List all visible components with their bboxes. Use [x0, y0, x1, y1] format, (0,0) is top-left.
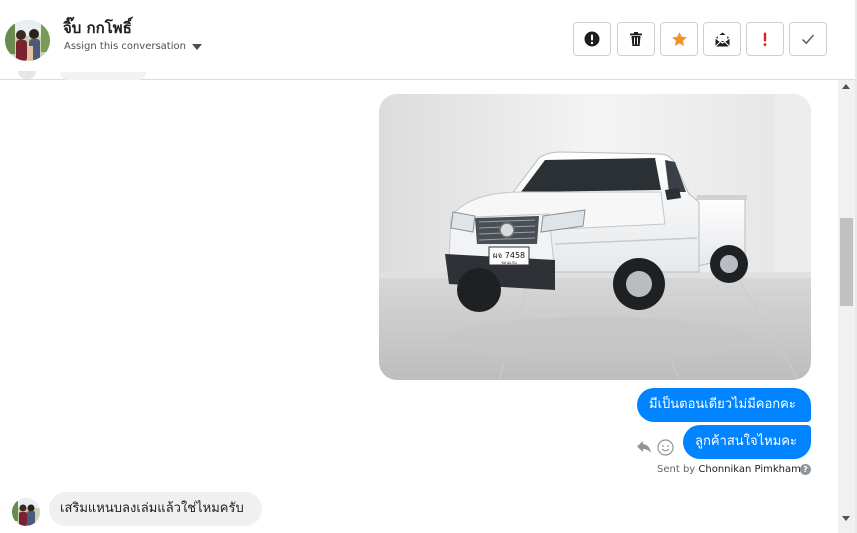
assign-label: Assign this conversation — [64, 41, 186, 52]
follow-up-button[interactable] — [746, 22, 784, 56]
star-button[interactable] — [660, 22, 698, 56]
previous-message-bubble — [60, 72, 146, 80]
assign-conversation-dropdown[interactable]: Assign this conversation — [64, 41, 202, 52]
mark-done-button[interactable] — [789, 22, 827, 56]
scrollbar[interactable] — [838, 80, 855, 533]
mark-unread-icon — [714, 32, 730, 47]
license-plate-province: ขอนแก่น — [501, 260, 517, 265]
mark-spam-button[interactable] — [573, 22, 611, 56]
reply-icon[interactable] — [636, 439, 652, 455]
scroll-up-arrow-icon[interactable] — [842, 84, 850, 89]
image-attachment[interactable]: ผจ 7458 ขอนแก่น — [379, 94, 811, 380]
incoming-message-bubble[interactable]: เสริมแหนบลงเล่มแล้วใช่ไหมครับ — [49, 492, 262, 526]
mark-unread-button[interactable] — [703, 22, 741, 56]
help-icon[interactable]: ? — [800, 464, 811, 475]
contact-avatar-small — [12, 498, 40, 526]
conversation-header: จิ๊บ กกโพธิ์ Assign this conversation — [0, 0, 857, 80]
emoji-icon[interactable] — [657, 439, 674, 456]
license-plate-text: ผจ 7458 — [493, 251, 525, 260]
caret-down-icon — [191, 44, 202, 50]
exclamation-icon — [763, 32, 767, 46]
trash-icon — [630, 32, 642, 46]
checkmark-icon — [801, 34, 815, 45]
sent-by-name: Chonnikan Pimkham — [698, 464, 801, 475]
outgoing-message-bubble[interactable]: มีเป็นตอนเดียวไม่มีคอกคะ — [637, 388, 811, 422]
scroll-down-arrow-icon[interactable] — [842, 516, 850, 521]
scrollbar-thumb[interactable] — [840, 218, 853, 306]
sent-by-line: Sent by Chonnikan Pimkham — [657, 464, 801, 475]
star-icon — [671, 31, 687, 46]
contact-name: จิ๊บ กกโพธิ์ — [63, 19, 132, 37]
outgoing-message-bubble[interactable]: ลูกค้าสนใจไหมคะ — [683, 425, 811, 459]
sent-by-prefix: Sent by — [657, 464, 696, 475]
delete-button[interactable] — [617, 22, 655, 56]
conversation-view: จิ๊บ กกโพธิ์ Assign this conversation ผจ… — [0, 0, 857, 533]
contact-avatar[interactable] — [5, 20, 50, 61]
spam-icon — [584, 31, 600, 47]
